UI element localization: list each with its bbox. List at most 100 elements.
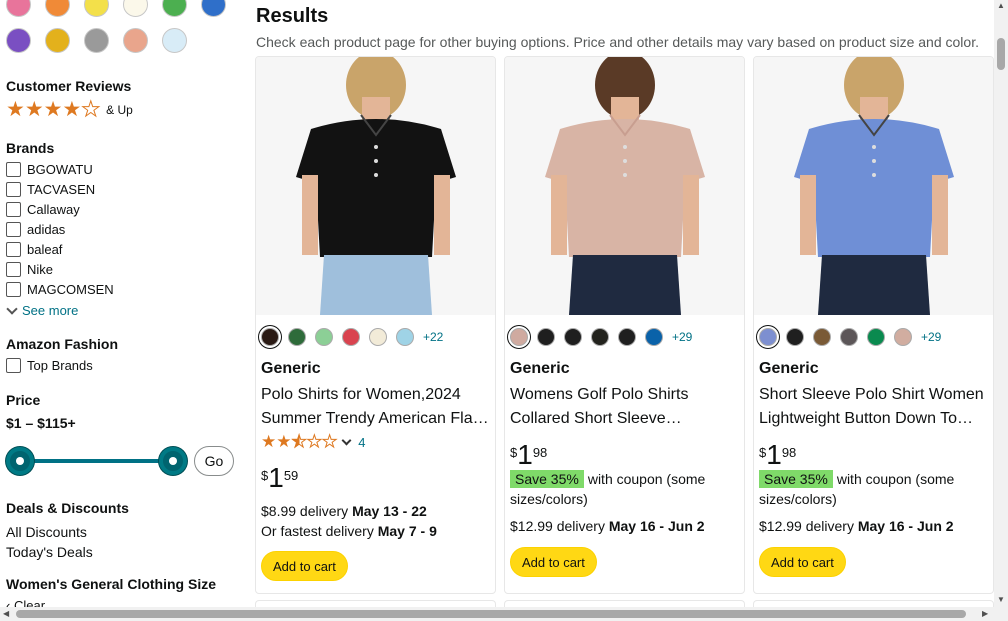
- product-rating[interactable]: ★ ★ ★ ★ ★ 4: [261, 432, 365, 451]
- checkbox-top-brands[interactable]: Top Brands: [6, 358, 93, 373]
- checkbox[interactable]: [6, 162, 21, 177]
- color-swatch[interactable]: [162, 0, 187, 17]
- color-option-swatch[interactable]: [315, 328, 333, 346]
- color-option-swatch[interactable]: [342, 328, 360, 346]
- color-swatch[interactable]: [123, 28, 148, 53]
- color-option-swatch[interactable]: [369, 328, 387, 346]
- vertical-scroll-thumb[interactable]: [997, 38, 1005, 70]
- color-option-swatch[interactable]: [537, 328, 555, 346]
- scroll-left-arrow-icon[interactable]: ◀: [3, 609, 9, 618]
- product-card[interactable]: +29 Generic Short Sleeve Polo Shirt Women L…: [753, 56, 994, 594]
- product-image-container[interactable]: [754, 57, 993, 315]
- add-to-cart-button[interactable]: Add to cart: [261, 551, 348, 581]
- more-colors-link[interactable]: +22: [423, 330, 443, 344]
- add-to-cart-button[interactable]: Add to cart: [510, 547, 597, 577]
- checkbox-label: MAGCOMSEN: [27, 282, 114, 297]
- color-option-swatch[interactable]: [645, 328, 663, 346]
- checkbox-label: TACVASEN: [27, 182, 96, 197]
- checkbox-brand-callaway[interactable]: Callaway: [6, 202, 80, 217]
- more-colors-link[interactable]: +29: [921, 330, 941, 344]
- checkbox-brand-baleaf[interactable]: baleaf: [6, 242, 62, 257]
- color-swatch[interactable]: [201, 0, 226, 17]
- checkbox[interactable]: [6, 182, 21, 197]
- see-more-brands-link[interactable]: See more: [6, 302, 78, 318]
- coupon-badge: Save 35%: [759, 470, 833, 488]
- color-option-swatch[interactable]: [396, 328, 414, 346]
- checkbox[interactable]: [6, 282, 21, 297]
- delivery-date: May 16 - Jun 2: [857, 518, 954, 534]
- color-option-swatch[interactable]: [894, 328, 912, 346]
- price-go-button[interactable]: Go: [194, 446, 234, 476]
- color-option-swatch[interactable]: [786, 328, 804, 346]
- price-fraction: 59: [283, 468, 299, 483]
- scroll-up-arrow-icon[interactable]: ▲: [997, 1, 1005, 10]
- clear-size-link[interactable]: ‹ Clear: [6, 598, 45, 607]
- more-colors-link[interactable]: +29: [672, 330, 692, 344]
- chevron-down-icon[interactable]: [341, 435, 352, 445]
- checkbox-brand-nike[interactable]: Nike: [6, 262, 53, 277]
- product-brand: Generic: [261, 360, 321, 377]
- clear-label: Clear: [13, 598, 46, 607]
- color-option-swatch[interactable]: [813, 328, 831, 346]
- color-option-swatch[interactable]: [261, 328, 279, 346]
- checkbox-brand-bgowatu[interactable]: BGOWATU: [6, 162, 93, 177]
- all-discounts-link[interactable]: All Discounts: [6, 524, 87, 540]
- clothing-size-heading: Women's General Clothing Size: [6, 576, 216, 592]
- product-price: $1 98: [759, 441, 796, 469]
- price-fraction: 98: [781, 445, 797, 460]
- checkbox[interactable]: [6, 202, 21, 217]
- checkbox[interactable]: [6, 358, 21, 373]
- checkbox-brand-adidas[interactable]: adidas: [6, 222, 65, 237]
- deals-heading: Deals & Discounts: [6, 500, 129, 516]
- price-slider-track[interactable]: [18, 459, 173, 463]
- four-stars-and-up-filter[interactable]: ★ ★ ★ ★ ★ & Up: [6, 98, 133, 121]
- color-swatch[interactable]: [6, 28, 31, 53]
- color-option-swatch[interactable]: [591, 328, 609, 346]
- color-swatch[interactable]: [45, 0, 70, 17]
- color-swatch[interactable]: [123, 0, 148, 17]
- product-card[interactable]: +22 Generic Polo Shirts for Women,2024 Summ…: [255, 56, 496, 594]
- rating-count-link[interactable]: 4: [358, 435, 365, 450]
- color-options: +29: [759, 328, 941, 346]
- checkbox[interactable]: [6, 222, 21, 237]
- price-slider-max-handle[interactable]: [159, 447, 187, 475]
- color-option-swatch[interactable]: [618, 328, 636, 346]
- checkbox[interactable]: [6, 262, 21, 277]
- checkbox-brand-magcomsen[interactable]: MAGCOMSEN: [6, 282, 114, 297]
- price-fraction: 98: [532, 445, 548, 460]
- product-card[interactable]: +29 Generic Womens Golf Polo Shirts Collare…: [504, 56, 745, 594]
- color-option-swatch[interactable]: [288, 328, 306, 346]
- color-swatch[interactable]: [84, 28, 109, 53]
- color-option-swatch[interactable]: [759, 328, 777, 346]
- product-image-container[interactable]: [505, 57, 744, 315]
- horizontal-scroll-thumb[interactable]: [16, 610, 966, 618]
- color-swatch[interactable]: [45, 28, 70, 53]
- horizontal-scrollbar[interactable]: ◀ ▶: [0, 607, 1008, 621]
- product-title-link[interactable]: Polo Shirts for Women,2024 Summer Trendy …: [261, 383, 493, 431]
- add-to-cart-button[interactable]: Add to cart: [759, 547, 846, 577]
- product-image-container[interactable]: [256, 57, 495, 315]
- price-slider-min-handle[interactable]: [6, 447, 34, 475]
- color-swatch[interactable]: [162, 28, 187, 53]
- price-range-value: $1 – $115+: [6, 415, 76, 431]
- color-option-swatch[interactable]: [840, 328, 858, 346]
- star-icon: ★: [43, 98, 63, 121]
- color-option-swatch[interactable]: [564, 328, 582, 346]
- star-outline-icon: ★: [306, 432, 322, 451]
- checkbox[interactable]: [6, 242, 21, 257]
- color-swatch[interactable]: [84, 0, 109, 17]
- star-icon: ★: [62, 98, 82, 121]
- vertical-scrollbar[interactable]: ▲ ▼: [994, 0, 1008, 607]
- color-option-swatch[interactable]: [510, 328, 528, 346]
- color-options: +22: [261, 328, 443, 346]
- customer-reviews-heading: Customer Reviews: [6, 78, 132, 94]
- checkbox-brand-tacvasen[interactable]: TACVASEN: [6, 182, 95, 197]
- scroll-down-arrow-icon[interactable]: ▼: [997, 595, 1005, 604]
- product-title-link[interactable]: Short Sleeve Polo Shirt Women Lightweight…: [759, 383, 991, 431]
- color-option-swatch[interactable]: [867, 328, 885, 346]
- scroll-right-arrow-icon[interactable]: ▶: [982, 609, 988, 618]
- todays-deals-link[interactable]: Today's Deals: [6, 544, 93, 560]
- product-title-link[interactable]: Womens Golf Polo Shirts Collared Short Sl…: [510, 383, 742, 431]
- color-swatch[interactable]: [6, 0, 31, 17]
- star-outline-icon: ★: [321, 432, 338, 451]
